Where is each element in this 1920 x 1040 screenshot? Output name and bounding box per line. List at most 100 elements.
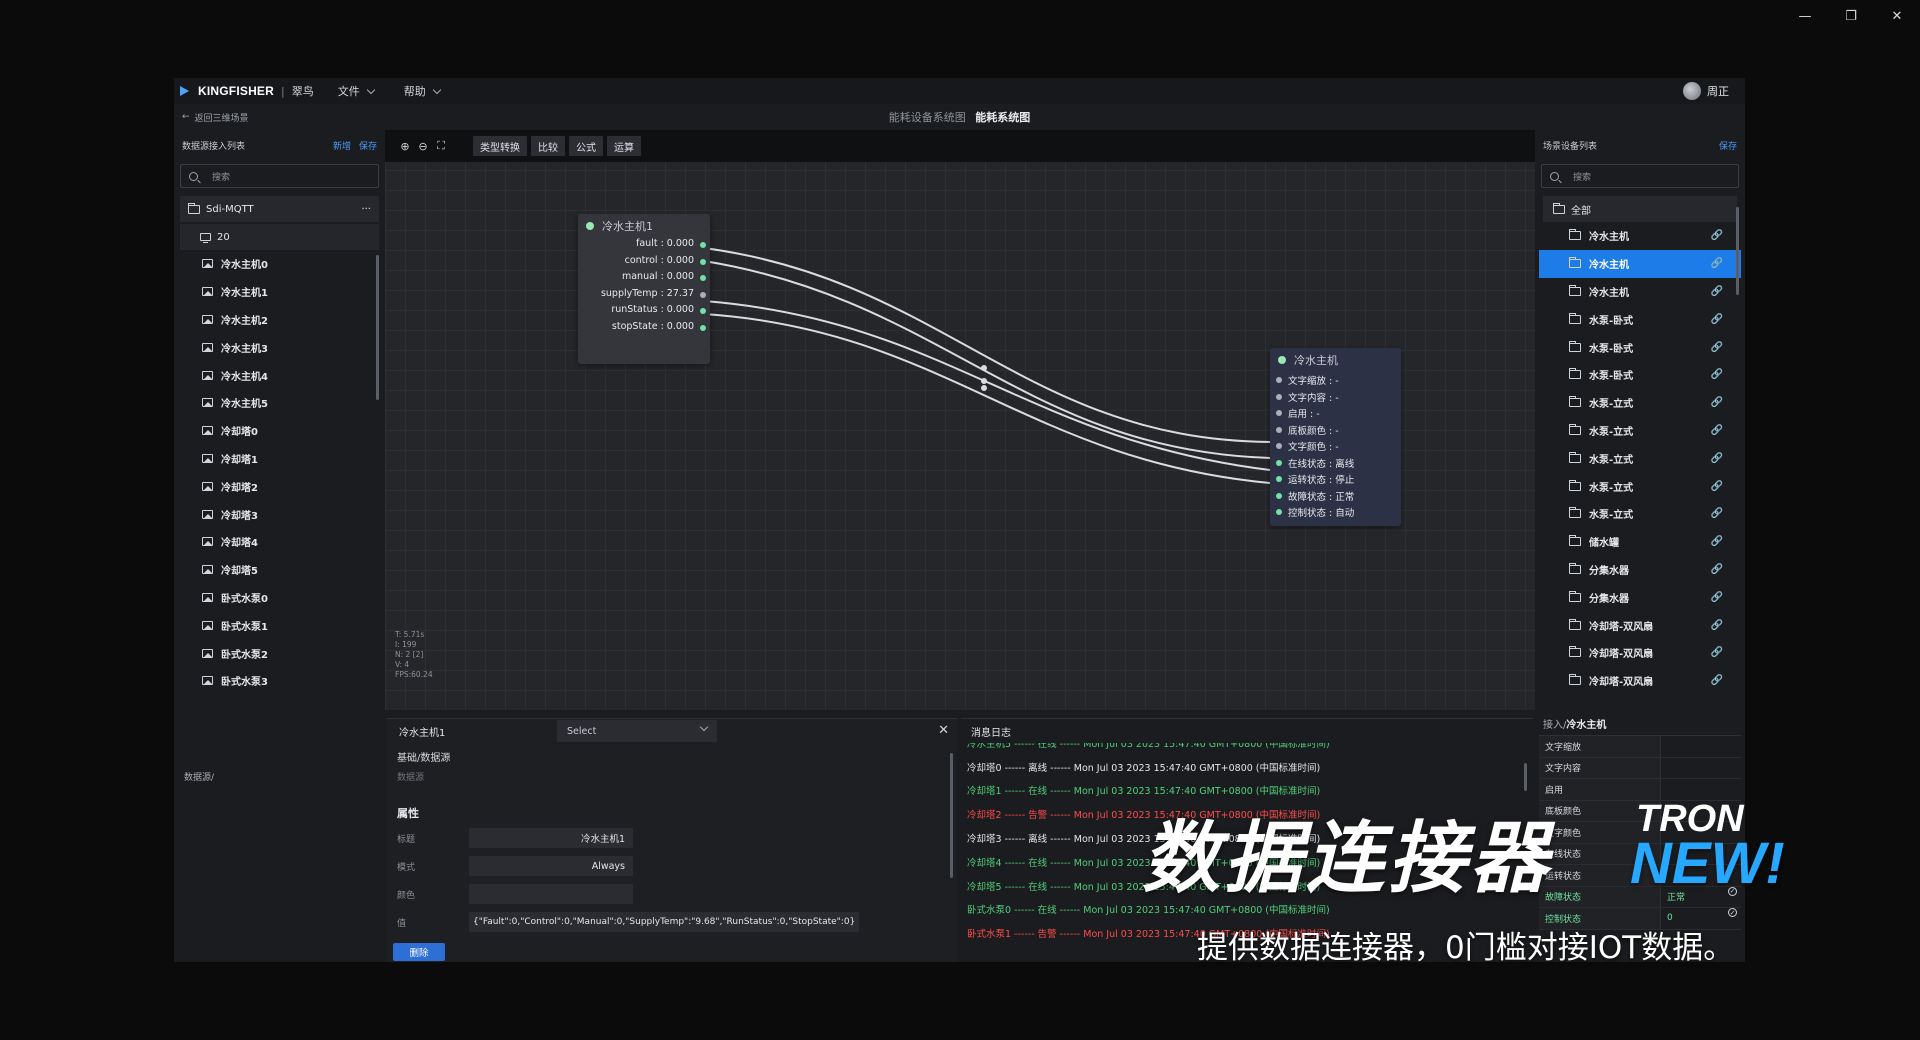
input-port[interactable]: [1276, 492, 1282, 499]
binding-value[interactable]: [1661, 736, 1741, 757]
scene-device-item[interactable]: 水泵-立式 🔗: [1539, 417, 1741, 445]
node-canvas[interactable]: ⊕ ⊖ ⛶ 类型转换 比较 公式 运算 冷水主机1 fault : 0.000 …: [385, 130, 1535, 710]
scene-device-item[interactable]: 冷却塔-双风扇 🔗: [1539, 639, 1741, 667]
link-icon[interactable]: 🔗: [1711, 675, 1723, 686]
scrollbar[interactable]: [1736, 207, 1739, 295]
input-port-row[interactable]: 文字颜色 : -: [1270, 438, 1401, 455]
scene-device-item[interactable]: 储水罐 🔗: [1539, 528, 1741, 556]
tree-group[interactable]: 20: [180, 224, 379, 250]
scene-device-item[interactable]: 水泵-立式 🔗: [1539, 500, 1741, 528]
source-node[interactable]: 冷水主机1 fault : 0.000 control : 0.000 manual…: [578, 214, 710, 364]
input-port-row[interactable]: 底板颜色 : -: [1270, 422, 1401, 439]
scene-device-item[interactable]: 水泵-卧式 🔗: [1539, 333, 1741, 361]
link-icon[interactable]: 🔗: [1711, 620, 1723, 631]
scene-device-item[interactable]: 水泵-立式 🔗: [1539, 472, 1741, 500]
tree-item[interactable]: 冷却塔5: [174, 556, 385, 584]
output-port-row[interactable]: control : 0.000: [578, 255, 710, 272]
input-port-row[interactable]: 文字内容 : -: [1270, 389, 1401, 406]
menu-file[interactable]: 文件: [338, 83, 375, 99]
input-port[interactable]: [1276, 509, 1282, 516]
input-port-row[interactable]: 故障状态 : 正常: [1270, 488, 1401, 505]
tree-item[interactable]: 卧式水泵0: [174, 584, 385, 612]
input-port-row[interactable]: 文字缩放 : -: [1270, 372, 1401, 389]
link-icon[interactable]: 🔗: [1711, 453, 1723, 464]
save-datasource-button[interactable]: 保存: [359, 139, 377, 152]
link-icon[interactable]: 🔗: [1711, 592, 1723, 603]
output-port[interactable]: [700, 242, 706, 248]
output-port-row[interactable]: stopState : 0.000: [578, 321, 710, 338]
tree-root-mqtt[interactable]: Sdi-MQTT ···: [180, 196, 379, 222]
output-port-row[interactable]: supplyTemp : 27.37: [578, 288, 710, 305]
title-field[interactable]: 冷水主机1: [469, 828, 633, 848]
scrollbar[interactable]: [950, 753, 953, 878]
input-port[interactable]: [1276, 410, 1282, 417]
wire-junction[interactable]: [981, 378, 987, 384]
wire[interactable]: [703, 260, 1271, 459]
output-port[interactable]: [700, 324, 706, 331]
scene-device-item[interactable]: 水泵-立式 🔗: [1539, 389, 1741, 417]
scrollbar[interactable]: [1524, 763, 1527, 791]
link-icon[interactable]: 🔗: [1711, 425, 1723, 436]
link-icon[interactable]: 🔗: [1711, 536, 1723, 547]
menu-help[interactable]: 帮助: [404, 83, 441, 99]
scene-device-item[interactable]: 冷水主机 🔗: [1539, 278, 1741, 306]
scene-device-item[interactable]: 分集水器 🔗: [1539, 556, 1741, 584]
tree-item[interactable]: 冷水主机1: [174, 278, 385, 306]
datasource-search-input[interactable]: 搜索: [180, 164, 379, 188]
link-icon[interactable]: 🔗: [1711, 508, 1723, 519]
tree-item[interactable]: 冷水主机0: [174, 250, 385, 278]
tree-item[interactable]: 冷水主机5: [174, 389, 385, 417]
scene-device-item[interactable]: 冷水主机 🔗: [1539, 222, 1741, 250]
close-icon[interactable]: ✕: [938, 723, 949, 738]
input-port-row[interactable]: 控制状态 : 自动: [1270, 504, 1401, 521]
tree-item[interactable]: 卧式水泵3: [174, 667, 385, 695]
link-icon[interactable]: 🔗: [1711, 397, 1723, 408]
user-menu[interactable]: 周正: [1683, 82, 1729, 100]
restore-icon[interactable]: ❐: [1828, 0, 1874, 32]
link-icon[interactable]: 🔗: [1711, 314, 1723, 325]
binding-row[interactable]: 文字缩放: [1539, 736, 1741, 758]
link-icon[interactable]: 🔗: [1711, 564, 1723, 575]
tree-item[interactable]: 冷却塔4: [174, 528, 385, 556]
tree-item[interactable]: 冷水主机4: [174, 361, 385, 389]
input-port[interactable]: [1276, 476, 1282, 483]
more-icon[interactable]: ···: [361, 204, 371, 215]
link-icon[interactable]: 🔗: [1711, 369, 1723, 380]
scene-tree-root[interactable]: 全部: [1543, 196, 1737, 222]
link-icon[interactable]: 🔗: [1711, 647, 1723, 658]
link-icon[interactable]: 🔗: [1711, 230, 1723, 241]
link-icon[interactable]: 🔗: [1711, 258, 1723, 269]
save-scene-button[interactable]: 保存: [1719, 139, 1737, 152]
value-field[interactable]: {"Fault":0,"Control":0,"Manual":0,"Suppl…: [469, 912, 859, 932]
link-icon[interactable]: 🔗: [1711, 286, 1723, 297]
input-port-row[interactable]: 运转状态 : 停止: [1270, 471, 1401, 488]
scene-device-item[interactable]: 冷水主机 🔗: [1539, 249, 1741, 278]
tree-item[interactable]: 冷却塔3: [174, 500, 385, 528]
input-port-row[interactable]: 在线状态 : 离线: [1270, 455, 1401, 472]
scene-search-input[interactable]: 搜索: [1541, 164, 1739, 188]
scrollbar[interactable]: [376, 255, 379, 400]
link-icon[interactable]: 🔗: [1711, 342, 1723, 353]
wire[interactable]: [703, 300, 1271, 471]
scene-device-item[interactable]: 水泵-立式 🔗: [1539, 444, 1741, 472]
scene-device-item[interactable]: 分集水器 🔗: [1539, 583, 1741, 611]
wire[interactable]: [703, 247, 1271, 443]
color-field[interactable]: [469, 884, 633, 904]
mode-field[interactable]: Always: [469, 856, 633, 876]
input-port[interactable]: [1276, 443, 1282, 450]
output-port-row[interactable]: manual : 0.000: [578, 271, 710, 288]
delete-button[interactable]: 删除: [393, 943, 445, 961]
wire-junction[interactable]: [981, 385, 987, 391]
tree-item[interactable]: 冷却塔1: [174, 445, 385, 473]
binding-row[interactable]: 文字内容: [1539, 757, 1741, 779]
target-node[interactable]: 冷水主机 文字缩放 : - 文字内容 : - 启用 : - 底板颜色 : - 文字颜色 …: [1270, 348, 1401, 526]
tree-item[interactable]: 卧式水泵2: [174, 639, 385, 667]
binding-value[interactable]: [1661, 779, 1741, 800]
link-icon[interactable]: 🔗: [1711, 481, 1723, 492]
input-port[interactable]: [1276, 377, 1282, 384]
output-port-row[interactable]: fault : 0.000: [578, 238, 710, 255]
wire[interactable]: [703, 313, 1271, 484]
tree-item[interactable]: 冷水主机3: [174, 333, 385, 361]
scene-device-item[interactable]: 水泵-卧式 🔗: [1539, 305, 1741, 333]
mode-select[interactable]: Select: [557, 720, 717, 742]
